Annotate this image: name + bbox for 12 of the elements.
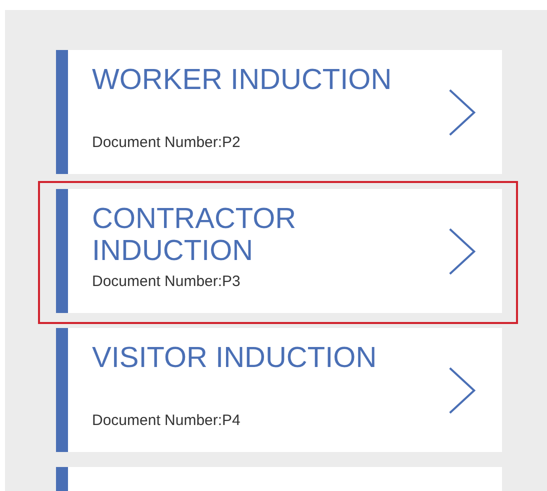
induction-card[interactable]: VISITOR INDUCTION Document Number:P4 bbox=[56, 328, 502, 452]
induction-card[interactable]: CONTRACTOR INDUCTION Document Number:P3 bbox=[56, 189, 502, 313]
induction-title: VISITOR INDUCTION bbox=[92, 342, 378, 374]
induction-title: CONTRACTOR INDUCTION bbox=[92, 203, 298, 267]
chevron-right-icon bbox=[448, 226, 476, 276]
chevron-right-icon bbox=[448, 88, 476, 136]
induction-title: WORKER INDUCTION bbox=[92, 64, 392, 96]
document-number: Document Number:P2 bbox=[92, 134, 242, 152]
document-number: Document Number:P3 bbox=[92, 273, 242, 291]
induction-card[interactable]: WORKER INDUCTION Document Number:P2 bbox=[56, 50, 502, 174]
chevron-right-icon bbox=[448, 366, 476, 414]
document-number: Document Number:P4 bbox=[92, 412, 242, 430]
